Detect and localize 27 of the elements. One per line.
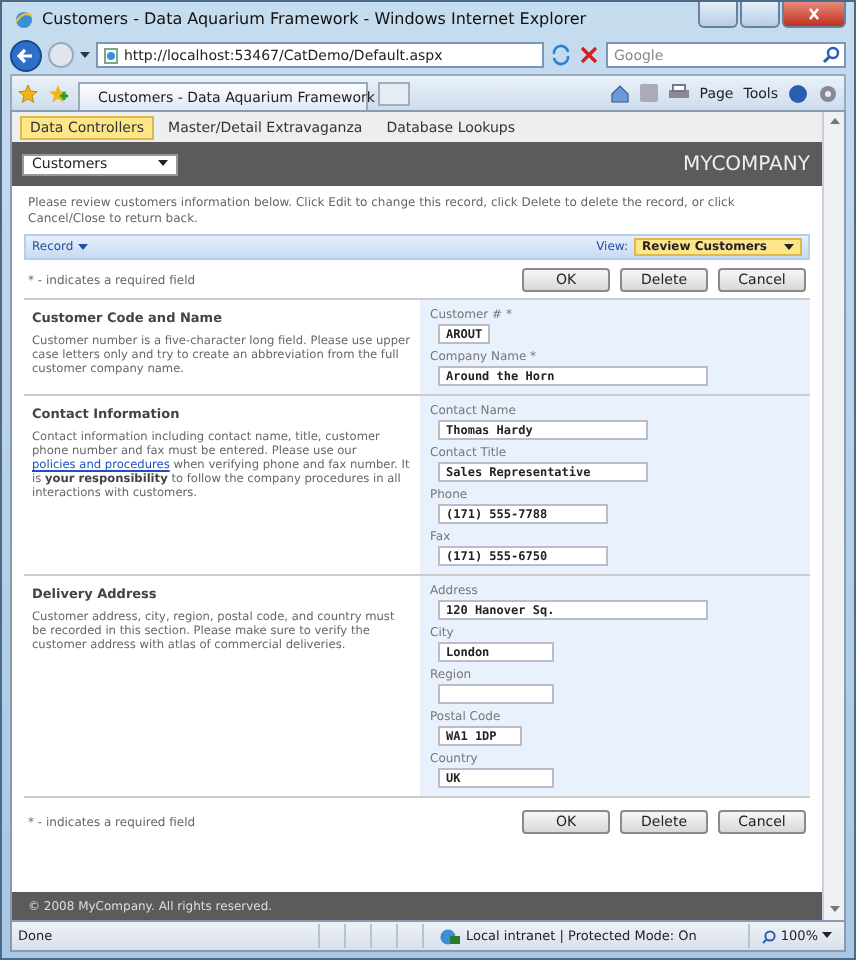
- magnifier-icon: [762, 929, 777, 943]
- browser-logo-icon: [14, 9, 34, 29]
- caret-icon[interactable]: [80, 51, 90, 59]
- caret-icon: [822, 932, 832, 940]
- back-button[interactable]: [10, 39, 42, 71]
- input-field[interactable]: [438, 684, 554, 704]
- scroll-down-icon[interactable]: [829, 906, 839, 914]
- minimize-button[interactable]: [698, 2, 738, 28]
- page-icon: [104, 47, 118, 63]
- home-icon[interactable]: [609, 83, 630, 103]
- refresh-icon[interactable]: [550, 44, 572, 66]
- search-icon[interactable]: [822, 46, 840, 64]
- caret-icon: [784, 243, 794, 251]
- scroll-up-icon[interactable]: [829, 118, 839, 126]
- close-icon[interactable]: [578, 44, 600, 66]
- new-tab-button[interactable]: [378, 81, 410, 105]
- maximize-button[interactable]: [740, 2, 780, 28]
- printer-icon[interactable]: [667, 84, 690, 102]
- star-icon[interactable]: [18, 83, 38, 103]
- globe-icon: [440, 927, 460, 945]
- caret-icon: [77, 243, 88, 251]
- close-icon: [806, 8, 822, 20]
- caret-icon: [158, 160, 168, 168]
- window-title: Customers - Data Aquarium Framework - Windows Internet Explorer: [42, 10, 587, 28]
- add-favorite-icon[interactable]: [48, 83, 68, 103]
- brand-name: MYCOMPANY: [683, 153, 810, 175]
- close-button[interactable]: [782, 2, 846, 28]
